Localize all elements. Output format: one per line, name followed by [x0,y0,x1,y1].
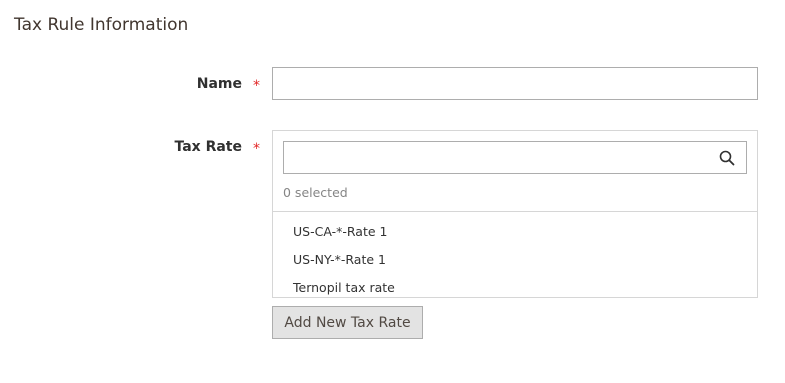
tax-rate-option[interactable]: US-CA-*-Rate 1 [273,218,757,246]
add-new-tax-rate-button[interactable]: Add New Tax Rate [272,306,423,339]
search-icon[interactable] [719,150,735,166]
name-input[interactable] [272,67,758,100]
name-label: Name [196,76,242,92]
tax-rate-required-mark: * [253,141,260,157]
tax-rate-option[interactable]: Ternopil tax rate [273,274,757,302]
tax-rate-search-input[interactable] [284,142,704,173]
tax-rate-option[interactable]: US-NY-*-Rate 1 [273,246,757,274]
tax-rate-label: Tax Rate [174,139,242,155]
name-required-mark: * [253,78,260,94]
tax-rate-multiselect: 0 selected [272,130,758,211]
tax-rate-search [283,141,747,174]
section-title: Tax Rule Information [14,15,189,35]
tax-rate-options-list: US-CA-*-Rate 1 US-NY-*-Rate 1 Ternopil t… [272,211,758,298]
selected-count: 0 selected [283,185,348,200]
